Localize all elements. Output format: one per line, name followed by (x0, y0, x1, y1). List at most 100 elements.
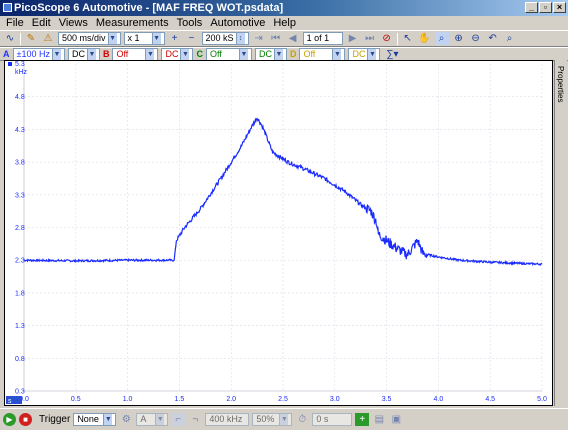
chevron-down-icon: ▼ (151, 33, 161, 44)
first-buffer-icon[interactable]: ⏮ (269, 32, 283, 45)
trigger-delay[interactable]: 0 s (312, 413, 353, 426)
zoom-fit-icon[interactable]: ⌕ (503, 32, 517, 45)
separator (396, 32, 398, 45)
channel-a-marker (8, 62, 12, 66)
menu-file[interactable]: File (4, 16, 30, 30)
start-capture-icon[interactable]: ▶ (3, 413, 16, 426)
channel-a-range[interactable]: ±100 Hz ▼ (12, 47, 65, 61)
y-tick-label: 3.8 (15, 160, 25, 167)
chevron-down-icon: ▼ (145, 48, 155, 60)
close-button[interactable]: × (553, 2, 566, 13)
channel-b-coupling[interactable]: DC ▼ (161, 47, 194, 61)
properties-panel-tab[interactable]: Properties (554, 60, 567, 406)
rising-edge-icon[interactable]: ⌐ (171, 413, 186, 426)
trigger-settings-icon[interactable]: ⚙ (119, 413, 133, 426)
chevron-down-icon: ▼ (332, 48, 342, 60)
tools-icon[interactable]: ⚠ (41, 32, 55, 45)
timebase-select[interactable]: 500 ms/div ▼ (58, 32, 121, 45)
menu-edit[interactable]: Edit (30, 16, 57, 30)
x-tick-label: 1.0 (123, 396, 133, 403)
trigger-channel-select[interactable]: A ▼ (136, 413, 169, 426)
channel-b-coupling-value: DC (165, 48, 179, 59)
y-axis-unit: kHz (15, 69, 28, 76)
buffer-indicator[interactable]: 1 of 1 (302, 32, 343, 45)
prev-buffer-icon[interactable]: ◀ (286, 32, 300, 45)
samples-select[interactable]: 200 kS ↕ (201, 32, 249, 45)
channel-c-coupling-value: DC (258, 48, 272, 59)
channel-a-coupling[interactable]: DC ▼ (67, 47, 100, 61)
channel-b-range-value: Off (116, 48, 129, 59)
channel-b-button[interactable]: B (103, 48, 110, 60)
pointer-icon[interactable]: ↖ (401, 32, 415, 45)
menu-measurements[interactable]: Measurements (94, 16, 175, 30)
y-tick-label: 2.3 (15, 258, 25, 265)
math-channels-icon[interactable]: ∑▾ (383, 48, 401, 61)
zoom-select[interactable]: x 1 ▼ (123, 32, 165, 45)
scope-plot[interactable]: 0.0 0.5 1.0 1.5 2.0 2.5 3.0 3.5 4.0 4.5 5.0 0.3 0.8 1… (5, 61, 552, 405)
timebase-value: 500 ms/div (62, 33, 106, 43)
x-tick-label: 2.0 (226, 396, 236, 403)
probe-icon[interactable]: ✎ (24, 32, 38, 45)
zoom-value: x 1 (127, 33, 140, 43)
hand-icon[interactable]: ✋ (418, 32, 432, 45)
menu-views[interactable]: Views (57, 16, 94, 30)
y-tick-label: 0.8 (15, 356, 25, 363)
zoom-area-icon[interactable]: ⌕ (434, 32, 449, 45)
y-tick-label: 0.3 (15, 389, 25, 396)
samples-value: 200 kS (205, 33, 234, 43)
clear-icon[interactable]: ⊘ (380, 32, 394, 45)
step-icon[interactable]: ⇥ (252, 32, 266, 45)
window-title: PicoScope 6 Automotive - [MAF FREQ WOT.p… (14, 2, 284, 14)
minimize-button[interactable]: _ (525, 2, 538, 13)
zoom-out-icon[interactable]: ⊖ (469, 32, 483, 45)
add-measurement-icon[interactable]: + (355, 413, 370, 426)
properties-label: Properties (556, 66, 565, 103)
minus-icon[interactable]: − (185, 32, 199, 45)
chevron-down-icon: ▼ (86, 48, 96, 60)
spin-icon: ↕ (235, 33, 245, 44)
plus-icon[interactable]: + (168, 32, 182, 45)
restore-button[interactable]: ▫ (539, 2, 552, 13)
y-tick-label: 4.8 (15, 94, 25, 101)
zoom-in-icon[interactable]: ⊕ (452, 32, 466, 45)
pre-trigger-select[interactable]: 50% ▼ (252, 413, 293, 426)
channel-d-coupling-value: DC (352, 48, 366, 59)
channel-d-coupling[interactable]: DC ▼ (348, 47, 381, 61)
chevron-down-icon: ▼ (367, 48, 377, 60)
edit-measurement-icon[interactable]: ▤ (372, 413, 386, 426)
trigger-mode-value: None (77, 414, 99, 424)
axis-badge-label: s (8, 398, 12, 405)
menu-help[interactable]: Help (271, 16, 302, 30)
trigger-delay-value: 0 s (316, 414, 329, 424)
y-tick-label: 2.8 (15, 225, 25, 232)
chevron-down-icon: ▼ (238, 48, 248, 60)
trigger-channel-value: A (140, 414, 147, 424)
channel-a-coupling-value: DC (71, 48, 85, 59)
channel-a-button[interactable]: A (3, 48, 10, 60)
x-tick-label: 3.5 (382, 396, 392, 403)
delete-measurement-icon[interactable]: ▣ (389, 413, 403, 426)
menu-automotive[interactable]: Automotive (208, 16, 271, 30)
channel-c-button[interactable]: C (196, 48, 203, 60)
separator (20, 32, 21, 45)
channel-c-coupling[interactable]: DC ▼ (254, 47, 287, 61)
menu-tools[interactable]: Tools (175, 16, 209, 30)
next-buffer-icon[interactable]: ▶ (346, 32, 360, 45)
falling-edge-icon[interactable]: ¬ (188, 413, 202, 426)
undo-zoom-icon[interactable]: ↶ (486, 32, 500, 45)
channel-d-range[interactable]: Off ▼ (299, 47, 346, 61)
last-buffer-icon[interactable]: ⏭ (363, 32, 377, 45)
scope-mode-icon[interactable]: ∿ (3, 32, 17, 45)
chevron-down-icon: ▼ (51, 48, 61, 60)
title-bar: PicoScope 6 Automotive - [MAF FREQ WOT.p… (0, 0, 568, 16)
channel-d-button[interactable]: D (290, 48, 297, 60)
channel-c-range[interactable]: Off ▼ (205, 47, 252, 61)
pre-trigger-value: 50% (256, 414, 275, 424)
x-tick-label: 1.5 (175, 396, 185, 403)
stop-capture-icon[interactable]: ■ (19, 413, 32, 426)
trigger-threshold[interactable]: 400 kHz (205, 413, 250, 426)
channel-b-range[interactable]: Off ▼ (112, 47, 159, 61)
delay-icon[interactable]: ⏱ (295, 413, 309, 426)
x-tick-label: 5.0 (537, 396, 547, 403)
trigger-mode-select[interactable]: None ▼ (73, 413, 117, 426)
